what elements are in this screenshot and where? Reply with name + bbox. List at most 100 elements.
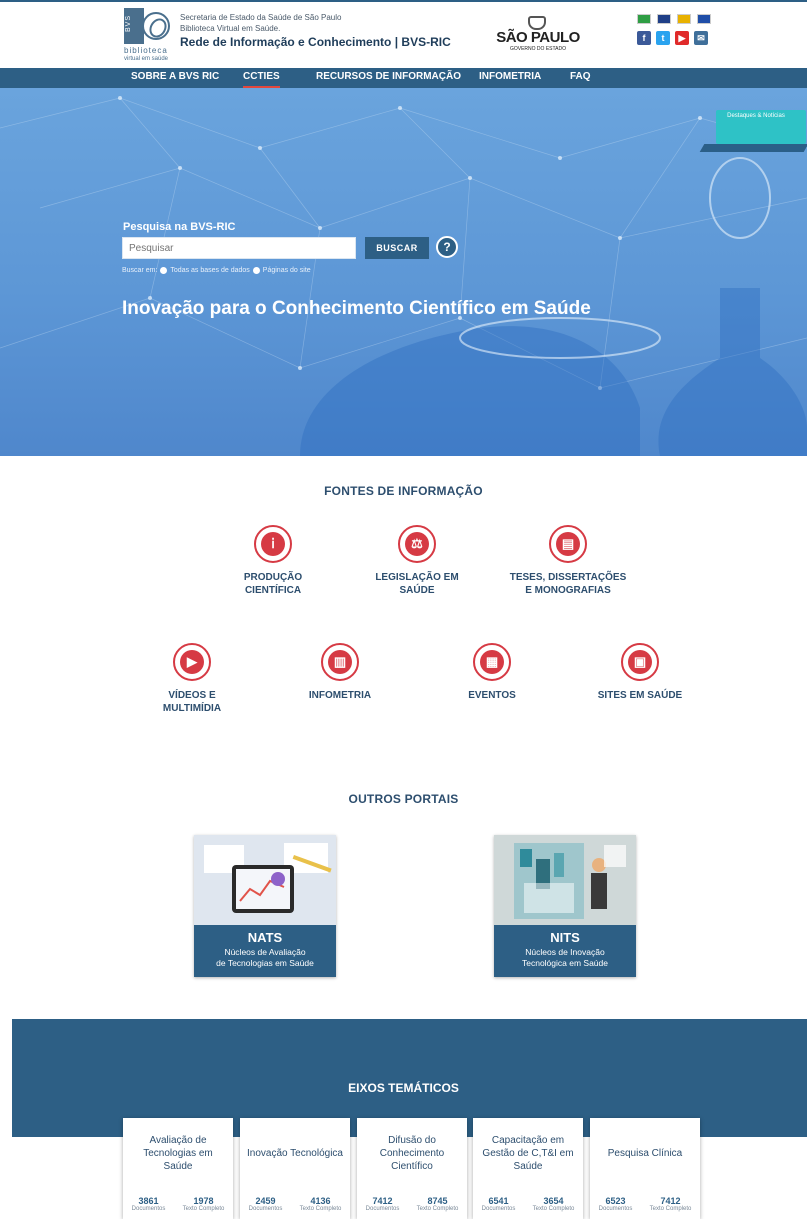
email-icon[interactable]: ✉	[694, 31, 708, 45]
help-icon[interactable]: ?	[436, 236, 458, 258]
eixo-stat-full-text[interactable]: 3654 Texto Completo	[533, 1196, 575, 1212]
radio-site-pages-label[interactable]: Páginas do site	[263, 267, 311, 274]
portal-nits[interactable]: NITS Núcleos de Inovação Tecnológica em …	[494, 835, 636, 977]
fonte-label: INFOMETRIA	[275, 689, 405, 702]
hero-title: Inovação para o Conhecimento Científico …	[122, 298, 591, 319]
portal-nats-desc: Núcleos de Avaliação de Tecnologias em S…	[194, 947, 336, 969]
eixo-stats: 3861 Documentos 1978 Texto Completo	[123, 1196, 233, 1212]
page: BVS biblioteca virtual em saúde Secretar…	[0, 0, 807, 1219]
eixo-card[interactable]: Pesquisa Clínica 6523 Documentos 7412 Texto …	[590, 1118, 700, 1219]
radio-all-databases[interactable]	[160, 267, 168, 274]
portal-nats-desc-line-1: Núcleos de Avaliação	[224, 947, 306, 957]
fonte-label-line: CIENTÍFICA	[244, 585, 302, 596]
eixo-stat-full-text[interactable]: 1978 Texto Completo	[183, 1196, 225, 1212]
nav-recursos[interactable]: RECURSOS DE INFORMAÇÃO	[316, 68, 461, 88]
eixo-stats: 6541 Documentos 3654 Texto Completo	[473, 1196, 583, 1212]
nav-ccties[interactable]: CCTIES	[243, 68, 280, 88]
social-links: f t ▶ ✉	[637, 31, 708, 45]
search-button[interactable]: BUSCAR	[365, 237, 429, 259]
flag-spain-icon[interactable]	[677, 14, 691, 24]
stat-number: 3654	[543, 1196, 564, 1206]
portal-nats[interactable]: NATS Núcleos de Avaliação de Tecnologias…	[194, 835, 336, 977]
eixo-stats: 2459 Documentos 4136 Texto Completo	[240, 1196, 350, 1212]
institution-line-2: Biblioteca Virtual em Saúde.	[180, 24, 281, 33]
eixo-stat-documents[interactable]: 6523 Documentos	[599, 1196, 633, 1212]
stat-number: 8745	[427, 1196, 448, 1206]
fontes-title: FONTES DE INFORMAÇÃO	[324, 484, 483, 498]
eixo-name: Pesquisa Clínica	[607, 1147, 683, 1159]
flag-france-icon[interactable]	[697, 14, 711, 24]
stat-label: Texto Completo	[532, 1206, 575, 1212]
eixo-stat-documents[interactable]: 2459 Documentos	[249, 1196, 283, 1212]
fonte-item[interactable]: ⚖ LEGISLAÇÃO EM SAÚDE	[352, 525, 482, 597]
search-scope: Buscar em: Todas as bases de dados Págin…	[122, 267, 311, 274]
stat-number: 7412	[372, 1196, 393, 1206]
destaques-card: Destaques & Notícias	[716, 110, 806, 144]
eixo-name: Difusão do Conhecimento Científico	[379, 1134, 445, 1172]
eixo-card[interactable]: Avaliação de Tecnologias em Saúde 3861 Doc…	[123, 1118, 233, 1219]
search-label: Pesquisa na BVS-RIC	[123, 221, 236, 233]
gov-logo-subtitle: GOVERNO DO ESTADO	[509, 46, 567, 52]
fonte-item[interactable]: ▦ EVENTOS	[427, 643, 557, 702]
eixo-stat-documents[interactable]: 3861 Documentos	[132, 1196, 166, 1212]
nats-illustration	[194, 835, 336, 925]
radio-all-databases-label[interactable]: Todas as bases de dados	[170, 267, 249, 274]
fonte-glyph: ▶	[180, 650, 204, 674]
sao-paulo-government-logo[interactable]: SÃO PAULO GOVERNO DO ESTADO	[495, 16, 581, 52]
nav-infometria[interactable]: INFOMETRIA	[479, 68, 541, 88]
stat-number: 6541	[488, 1196, 509, 1206]
flag-uk-icon[interactable]	[657, 14, 671, 24]
stat-label: Texto Completo	[182, 1206, 225, 1212]
facebook-icon[interactable]: f	[637, 31, 651, 45]
fonte-label-line: PRODUÇÃO	[243, 572, 303, 583]
stat-number: 7412	[660, 1196, 681, 1206]
eixo-stat-documents[interactable]: 6541 Documentos	[482, 1196, 516, 1212]
eixo-stat-full-text[interactable]: 4136 Texto Completo	[300, 1196, 342, 1212]
hero-banner: Destaques & Notícias Pesquisa na BVS-RIC…	[0, 88, 807, 456]
fonte-label-line: E MONOGRAFIAS	[525, 585, 611, 596]
stat-label: Texto Completo	[416, 1206, 459, 1212]
portal-nats-desc-line-2: de Tecnologias em Saúde	[216, 958, 314, 968]
fonte-glyph: ⅰ	[261, 532, 285, 556]
site-title[interactable]: Rede de Informação e Conhecimento | BVS-…	[180, 35, 451, 49]
nav-sobre[interactable]: SOBRE A BVS RIC	[131, 68, 219, 88]
eixo-stat-full-text[interactable]: 7412 Texto Completo	[650, 1196, 692, 1212]
fonte-item[interactable]: ▤ TESES, DISSERTAÇÕES E MONOGRAFIAS	[503, 525, 633, 597]
stat-label: Documentos	[131, 1206, 166, 1212]
eixo-card[interactable]: Inovação Tecnológica 2459 Documentos 4136 Te…	[240, 1118, 350, 1219]
search-scope-label: Buscar em:	[122, 267, 158, 274]
portal-nits-desc: Núcleos de Inovação Tecnológica em Saúde	[494, 947, 636, 969]
youtube-icon[interactable]: ▶	[675, 31, 689, 45]
eixo-card[interactable]: Capacitação em Gestão de C,T&I em Saúde 6…	[473, 1118, 583, 1219]
bar-chart-icon: ▥	[321, 643, 359, 681]
flag-brazil-icon[interactable]	[637, 14, 651, 24]
main-nav: SOBRE A BVS RIC CCTIES RECURSOS DE INFOR…	[0, 68, 807, 88]
language-flags	[637, 14, 711, 24]
gov-logo-title: SÃO PAULO	[496, 29, 580, 46]
portal-nits-desc-line-1: Núcleos de Inovação	[525, 947, 605, 957]
fonte-label-line: MULTIMÍDIA	[162, 703, 222, 714]
radio-site-pages[interactable]	[252, 267, 260, 274]
fonte-item[interactable]: ▥ INFOMETRIA	[275, 643, 405, 702]
destaques-noticias-button[interactable]: Destaques & Notícias	[699, 110, 807, 152]
search-input[interactable]	[122, 237, 356, 259]
gavel-icon: ⚖	[398, 525, 436, 563]
eixo-card[interactable]: Difusão do Conhecimento Científico 7412 Do…	[357, 1118, 467, 1219]
nav-faq[interactable]: FAQ	[570, 68, 591, 88]
fonte-item[interactable]: ▣ SITES EM SAÚDE	[575, 643, 705, 702]
fonte-item[interactable]: ⅰ PRODUÇÃO CIENTÍFICA	[208, 525, 338, 597]
twitter-icon[interactable]: t	[656, 31, 670, 45]
eixo-stat-full-text[interactable]: 8745 Texto Completo	[417, 1196, 459, 1212]
document-icon: ▤	[549, 525, 587, 563]
fonte-label-line: SITES EM SAÚDE	[597, 690, 683, 701]
bvs-logo[interactable]: BVS biblioteca virtual em saúde	[124, 8, 174, 64]
eixos-title: EIXOS TEMÁTICOS	[348, 1081, 459, 1095]
book-icon: ▣	[621, 643, 659, 681]
stat-label: Texto Completo	[299, 1206, 342, 1212]
fonte-label: LEGISLAÇÃO EM SAÚDE	[352, 571, 482, 597]
stat-label: Documentos	[248, 1206, 283, 1212]
eixo-stats: 7412 Documentos 8745 Texto Completo	[357, 1196, 467, 1212]
fonte-item[interactable]: ▶ VÍDEOS E MULTIMÍDIA	[127, 643, 257, 715]
eixo-stat-documents[interactable]: 7412 Documentos	[366, 1196, 400, 1212]
fonte-label: SITES EM SAÚDE	[575, 689, 705, 702]
